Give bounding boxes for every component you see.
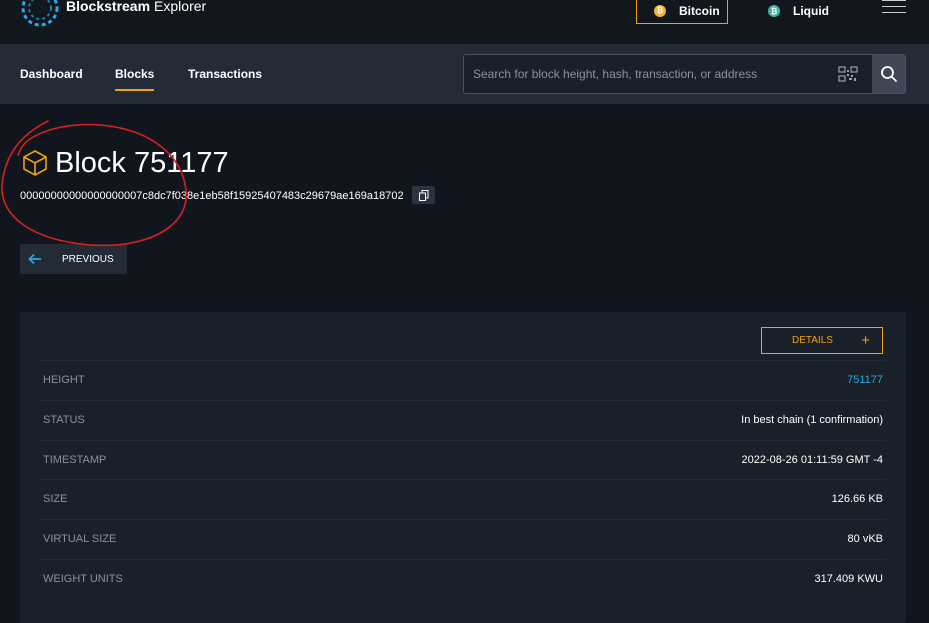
nav-transactions[interactable]: Transactions [188, 67, 262, 81]
detail-value: 2022-08-26 01:11:59 GMT -4 [741, 454, 883, 466]
copy-hash-button[interactable] [412, 186, 435, 204]
search-button[interactable] [872, 55, 905, 93]
search-input[interactable] [464, 55, 872, 93]
detail-row-virtual-size: VIRTUAL SIZE 80 vKB [40, 519, 886, 559]
details-toggle-button[interactable]: DETAILS + [761, 327, 883, 354]
brand-bold: Blockstream [66, 0, 151, 14]
detail-label: HEIGHT [43, 374, 85, 386]
detail-label: VIRTUAL SIZE [43, 533, 117, 545]
search-icon [880, 66, 897, 83]
liquid-coin-icon: ₿ [768, 5, 780, 17]
network-liquid-label: Liquid [793, 4, 829, 18]
detail-value: 126.66 KB [831, 493, 883, 505]
nav-dashboard[interactable]: Dashboard [20, 67, 83, 81]
block-title-row: Block 751177 [20, 145, 229, 181]
nav-blocks[interactable]: Blocks [115, 67, 155, 91]
details-label: DETAILS [792, 335, 833, 346]
red-annotation-circle [1, 120, 187, 247]
network-bitcoin-button[interactable]: ₿ Bitcoin [636, 0, 728, 24]
detail-row-weight-units: WEIGHT UNITS 317.409 KWU [40, 559, 886, 599]
block-hash: 00000000000000000007c8dc7f038e1eb58f1592… [20, 190, 404, 202]
brand-light: Explorer [154, 0, 207, 14]
detail-label: STATUS [43, 414, 85, 426]
detail-label: WEIGHT UNITS [43, 573, 123, 585]
block-details-card: DETAILS + HEIGHT 751177 STATUS In best c… [20, 312, 906, 623]
network-liquid-button[interactable]: ₿ Liquid [768, 0, 829, 24]
brand-name[interactable]: Blockstream Explorer [66, 0, 206, 14]
qr-scan-icon[interactable] [838, 66, 858, 82]
detail-label: SIZE [43, 493, 68, 505]
detail-row-size: SIZE 126.66 KB [40, 479, 886, 519]
detail-value: 317.409 KWU [814, 573, 883, 585]
height-link[interactable]: 751177 [847, 374, 883, 386]
bitcoin-coin-icon: ₿ [654, 4, 666, 17]
detail-value: 80 vKB [847, 533, 883, 545]
detail-value: In best chain (1 confirmation) [741, 414, 883, 426]
copy-icon [418, 189, 428, 201]
network-bitcoin-label: Bitcoin [679, 3, 720, 18]
blockstream-logo-icon[interactable] [20, 0, 60, 28]
detail-row-height: HEIGHT 751177 [40, 360, 886, 400]
cube-icon [23, 150, 47, 176]
detail-row-timestamp: TIMESTAMP 2022-08-26 01:11:59 GMT -4 [40, 440, 886, 480]
arrow-left-icon [28, 253, 41, 265]
previous-label: PREVIOUS [62, 253, 114, 265]
top-bar: Blockstream Explorer ₿ Bitcoin ₿ Liquid [0, 0, 929, 44]
search-box [463, 54, 906, 94]
previous-block-button[interactable]: PREVIOUS [20, 244, 127, 274]
nav-bar: Dashboard Blocks Transactions [0, 44, 929, 104]
detail-label: TIMESTAMP [43, 454, 107, 466]
detail-row-status: STATUS In best chain (1 confirmation) [40, 400, 886, 440]
plus-icon: + [861, 332, 870, 349]
hamburger-menu-icon[interactable] [882, 0, 906, 14]
page-title: Block 751177 [55, 146, 229, 179]
